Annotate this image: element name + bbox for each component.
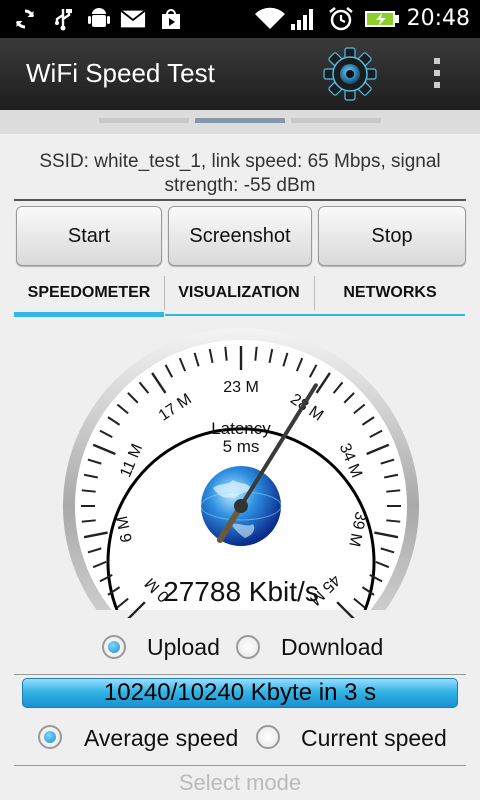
tab-networks[interactable]: NETWORKS [315,270,465,316]
current-speed-radio[interactable] [256,725,280,749]
wifi-icon [254,7,286,31]
tab-speedometer[interactable]: SPEEDOMETER [14,270,164,316]
sync-icon [12,7,38,31]
app-bar: WiFi Speed Test [0,38,480,110]
tab-divider [164,276,165,310]
overflow-menu-icon[interactable] [430,58,444,92]
average-speed-radio[interactable] [38,725,62,749]
android-debug-icon [86,7,112,31]
speed-readout: 27788 Kbit/s [163,576,319,607]
progress-text: 10240/10240 Kbyte in 3 s [103,679,377,706]
gauge-scale-label: 23 M [223,379,259,396]
status-bar: 20:48 [0,0,480,38]
gauge-minor-tick [81,519,96,523]
gauge-base [63,610,419,618]
play-store-icon [158,7,184,31]
mail-icon [120,7,146,31]
divider [14,674,466,675]
tab-visualization[interactable]: VISUALIZATION [165,270,313,316]
upload-label[interactable]: Upload [147,634,220,661]
alarm-icon [328,7,354,31]
current-speed-label[interactable]: Current speed [301,725,447,752]
latency-label: Latency [211,419,271,438]
gauge-minor-tick [386,519,401,523]
tab-indicator [165,314,465,316]
gauge-minor-tick [81,489,96,493]
transfer-progress-bar: 10240/10240 Kbyte in 3 s [22,678,458,708]
gear-icon[interactable] [322,46,378,102]
average-speed-label[interactable]: Average speed [84,725,238,752]
page-indicator-1 [99,118,189,123]
divider [14,765,466,766]
speedometer-gauge: 0 M6 M 11 M 17 M 23 M 28 M 34 M 39 M 45 M Laten… [63,328,419,684]
gauge-minor-tick [386,489,401,493]
tab-indicator-active [14,312,164,317]
signal-icon [290,7,316,31]
page-indicator-3 [291,118,381,123]
latency-value: 5 ms [223,437,260,456]
app-title: WiFi Speed Test [26,58,215,88]
stop-button[interactable]: Stop [318,206,466,266]
connection-info: SSID: white_test_1, link speed: 65 Mbps,… [39,151,441,196]
gauge-minor-tick [254,346,258,361]
download-radio[interactable] [236,635,260,659]
page-indicator-2-active [195,118,285,123]
needle-hub [234,499,248,513]
start-button[interactable]: Start [16,206,162,266]
divider [14,199,466,201]
upload-radio[interactable] [102,635,126,659]
screenshot-button[interactable]: Screenshot [168,206,312,266]
usb-icon [50,7,76,31]
tab-divider [314,276,315,310]
clock: 20:48 [406,6,470,31]
gauge-minor-tick [224,346,228,361]
select-mode-label: Select mode [178,770,302,795]
download-label[interactable]: Download [281,634,383,661]
battery-charging-icon [364,7,400,31]
